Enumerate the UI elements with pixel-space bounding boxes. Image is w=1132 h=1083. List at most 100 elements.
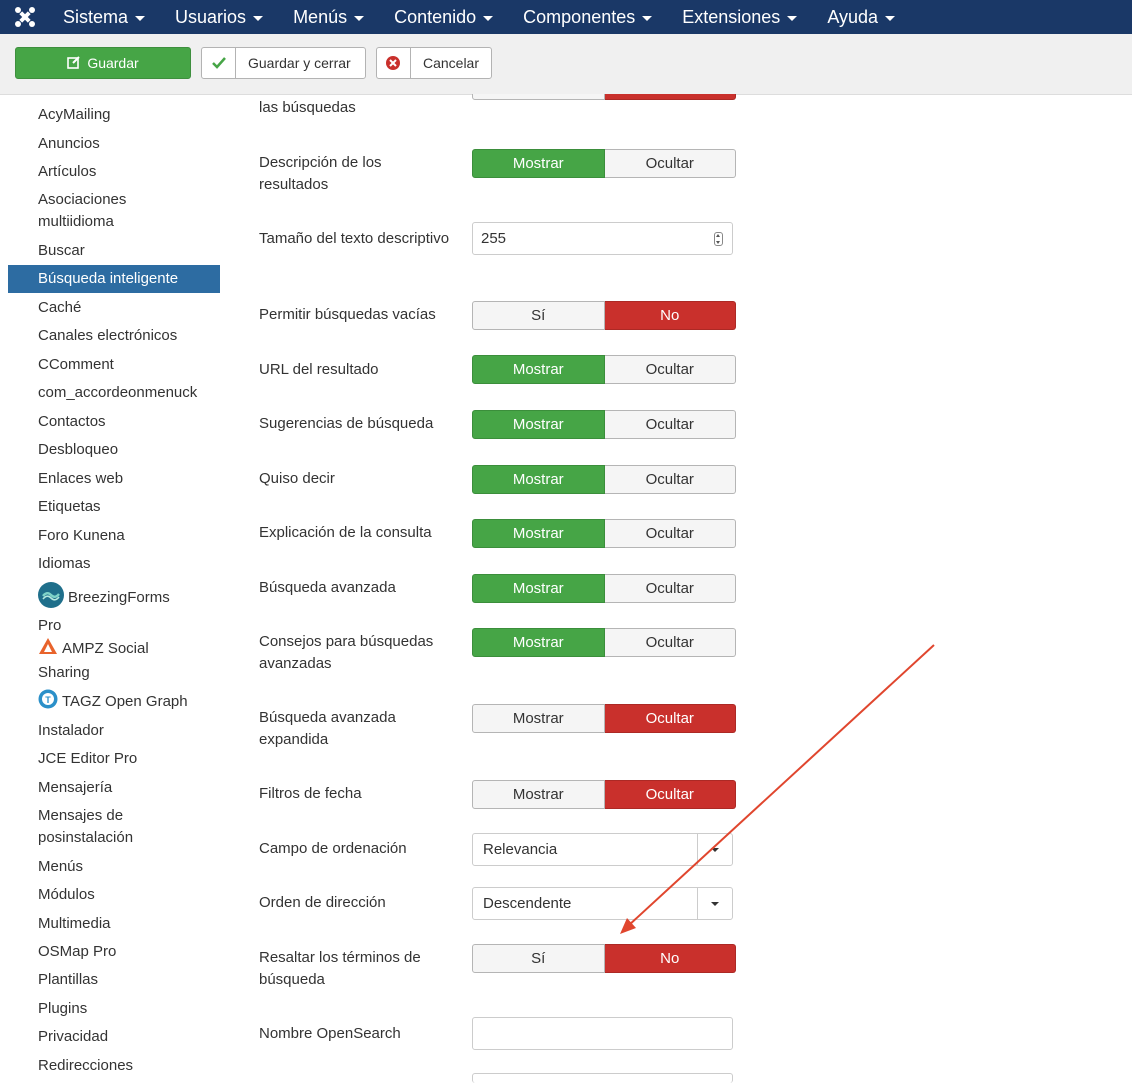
sidebar-item[interactable]: Plugins: [8, 998, 220, 1020]
spinner-icon[interactable]: [714, 232, 723, 246]
select-dropdown[interactable]: Relevancia: [472, 833, 733, 866]
toggle-option[interactable]: Ocultar: [604, 465, 736, 494]
toggle-option[interactable]: Mostrar: [472, 465, 605, 494]
sidebar-item[interactable]: Idiomas: [8, 553, 220, 575]
sidebar-item[interactable]: Privacidad: [8, 1026, 220, 1048]
toggle-option[interactable]: Sí: [472, 944, 605, 973]
chevron-down-icon[interactable]: [697, 888, 732, 919]
toggle-option[interactable]: Mostrar: [472, 780, 605, 809]
sidebar-item-label: Enlaces web: [38, 470, 124, 487]
sidebar-item-label: Desbloqueo: [38, 441, 119, 458]
cancel-button[interactable]: Cancelar: [376, 47, 492, 79]
toggle-option[interactable]: Ocultar: [604, 628, 736, 657]
select-dropdown[interactable]: Descendente: [472, 887, 733, 920]
sidebar-item[interactable]: Mensajería: [8, 777, 220, 799]
sidebar-item[interactable]: Caché: [8, 297, 220, 319]
toggle-option[interactable]: Ocultar: [604, 519, 736, 548]
input-value: 255: [481, 230, 507, 247]
sidebar-item[interactable]: Mensajes de posinstalación: [8, 805, 158, 848]
sidebar-item[interactable]: Desbloqueo: [8, 439, 220, 461]
menu-label: Componentes: [523, 6, 636, 27]
toggle-option[interactable]: Ocultar: [604, 355, 736, 384]
field-label: las búsquedas: [259, 99, 356, 116]
sidebar-item-label: com_accordeonmenuck: [38, 384, 198, 401]
sidebar-item[interactable]: CComment: [8, 354, 220, 376]
sidebar-item[interactable]: OSMap Pro: [8, 941, 220, 963]
toggle-option[interactable]: Ocultar: [604, 149, 736, 178]
sidebar-item[interactable]: Multimedia: [8, 913, 220, 935]
sidebar-item-label: Módulos: [38, 886, 95, 903]
sidebar-item-label: Redirecciones: [38, 1057, 134, 1074]
menu-menus[interactable]: Menús: [278, 0, 379, 34]
sidebar-item[interactable]: Anuncios: [8, 133, 220, 155]
sidebar-item-label: TAGZ Open Graph: [62, 693, 188, 711]
field-label: Quiso decir: [259, 470, 335, 487]
sidebar-item[interactable]: JCE Editor Pro: [8, 748, 220, 770]
toggle-option[interactable]: Sí: [472, 301, 605, 330]
field-label: Búsqueda avanzada: [259, 579, 396, 596]
sidebar-item[interactable]: Artículos: [8, 161, 220, 183]
menu-sistema[interactable]: Sistema: [48, 0, 160, 34]
text-input[interactable]: [472, 1017, 733, 1050]
text-input[interactable]: [472, 1073, 733, 1083]
sidebar-item[interactable]: T TAGZ Open Graph: [8, 689, 220, 716]
sidebar-item-label: Idiomas: [38, 555, 91, 572]
toggle-switch: Mostrar Ocultar: [472, 780, 736, 809]
sidebar-item[interactable]: Asociaciones multiidioma: [8, 189, 158, 232]
toggle-option[interactable]: Mostrar: [472, 355, 605, 384]
number-input[interactable]: 255: [472, 222, 733, 255]
toggle-option[interactable]: Mostrar: [472, 149, 605, 178]
cancel-label: Cancelar: [422, 55, 479, 71]
sidebar-item[interactable]: Plantillas: [8, 969, 220, 991]
toggle-option[interactable]: No: [604, 944, 736, 973]
joomla-logo-icon[interactable]: [14, 6, 36, 28]
save-close-button[interactable]: Guardar y cerrar: [201, 47, 366, 79]
toggle-option[interactable]: Mostrar: [472, 628, 605, 657]
sidebar-item[interactable]: Canales electrónicos: [8, 325, 220, 347]
sidebar-item[interactable]: Buscar: [8, 240, 220, 262]
sidebar-item-label: Etiquetas: [38, 498, 101, 515]
sidebar-item-label: Instalador: [38, 722, 104, 739]
sidebar-item[interactable]: Módulos: [8, 884, 220, 906]
menu-ayuda[interactable]: Ayuda: [812, 0, 910, 34]
select-value: Relevancia: [483, 841, 558, 858]
cancel-circle-icon: [377, 48, 411, 78]
toggle-option[interactable]: Mostrar: [472, 574, 605, 603]
caret-down-icon: [253, 15, 264, 21]
sidebar-item[interactable]: Etiquetas: [8, 496, 220, 518]
sidebar-item-label: Mensajes de posinstalación: [38, 807, 134, 846]
toggle-option[interactable]: Mostrar: [472, 410, 605, 439]
sidebar-item[interactable]: Redirecciones: [8, 1055, 220, 1077]
top-navbar: Sistema Usuarios Menús Contenido Componentes…: [0, 0, 1132, 34]
toggle-option[interactable]: Mostrar: [472, 519, 605, 548]
sidebar-item-label: Contactos: [38, 413, 106, 430]
menu-usuarios[interactable]: Usuarios: [160, 0, 278, 34]
sidebar-item[interactable]: Enlaces web: [8, 468, 220, 490]
field-label: Permitir búsquedas vacías: [259, 306, 436, 323]
sidebar-item[interactable]: com_accordeonmenuck: [8, 382, 220, 404]
sidebar-item[interactable]: Foro Kunena: [8, 525, 220, 547]
toggle-option[interactable]: Mostrar: [472, 704, 605, 733]
sidebar-item[interactable]: Menús: [8, 856, 220, 878]
chevron-down-icon[interactable]: [697, 834, 732, 865]
sidebar-item-label: Foro Kunena: [38, 527, 125, 544]
menu-label: Menús: [293, 6, 348, 27]
caret-down-icon: [787, 15, 798, 21]
toggle-option[interactable]: No: [604, 301, 736, 330]
menu-contenido[interactable]: Contenido: [379, 0, 508, 34]
toggle-option[interactable]: Ocultar: [604, 704, 736, 733]
sidebar-item[interactable]: Instalador: [8, 720, 220, 742]
menu-extensiones[interactable]: Extensiones: [667, 0, 812, 34]
sidebar-item[interactable]: AMPZ Social Sharing: [8, 637, 168, 683]
field-label: Campo de ordenación: [259, 840, 407, 857]
sidebar-item[interactable]: Búsqueda inteligente: [8, 265, 220, 293]
menu-componentes[interactable]: Componentes: [508, 0, 667, 34]
sidebar-item[interactable]: AcyMailing: [8, 104, 220, 126]
toggle-option[interactable]: Ocultar: [604, 574, 736, 603]
toggle-option[interactable]: Ocultar: [604, 780, 736, 809]
save-button[interactable]: Guardar: [15, 47, 191, 79]
sidebar-item[interactable]: BreezingForms Pro: [8, 582, 188, 636]
sidebar-item[interactable]: Contactos: [8, 411, 220, 433]
toggle-option[interactable]: Ocultar: [604, 410, 736, 439]
toggle-switch: Mostrar Ocultar: [472, 628, 736, 657]
